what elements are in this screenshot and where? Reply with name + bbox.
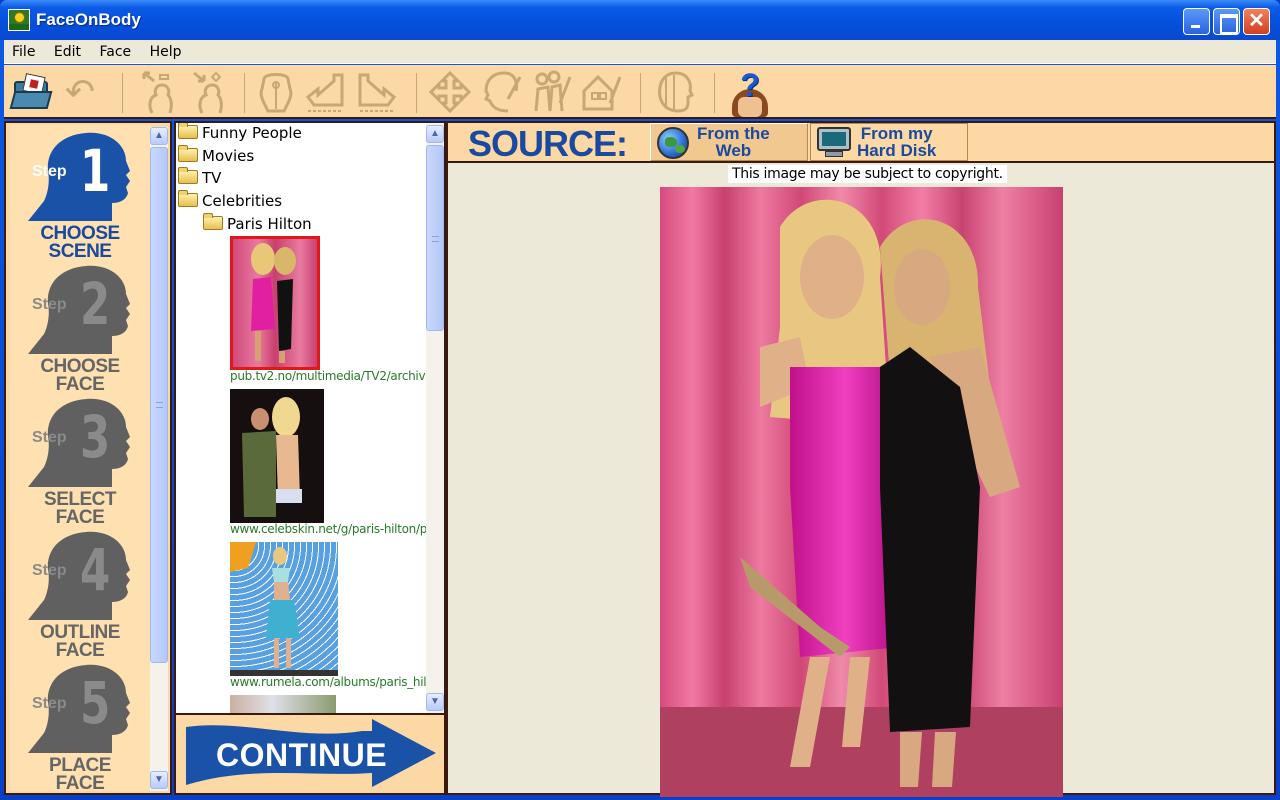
help-icon[interactable]: ? <box>728 67 772 117</box>
close-button[interactable]: ✕ <box>1243 8 1270 35</box>
image-preview-area: This image may be subject to copyright. <box>446 163 1276 797</box>
menu-help[interactable]: Help <box>142 40 188 60</box>
thumbnail-caption: www.rumela.com/albums/paris_hilt <box>230 675 431 689</box>
folder-icon <box>178 190 198 207</box>
scroll-up-button[interactable]: ▲ <box>150 127 168 145</box>
open-folder-icon[interactable] <box>9 73 53 109</box>
scene-thumbnail-selected[interactable] <box>230 236 320 370</box>
steps-list: Step 1 CHOOSE SCENE Step 2 CHOOSE FACE Ste… <box>10 125 150 793</box>
tree-folder-movies[interactable]: Movies <box>178 145 254 168</box>
tree-folder-celebrities[interactable]: Celebrities <box>178 190 282 213</box>
menu-file[interactable]: File <box>4 40 41 60</box>
scene-thumbnail[interactable] <box>230 695 336 713</box>
source-label: SOURCE: <box>468 123 628 164</box>
toolbar: ↶ ? <box>4 65 1276 119</box>
copyright-notice: This image may be subject to copyright. <box>728 165 1007 183</box>
rotate-right-icon[interactable] <box>354 69 398 115</box>
edit-face-icon[interactable] <box>478 69 522 115</box>
globe-icon <box>657 127 689 159</box>
menu-face[interactable]: Face <box>91 40 137 60</box>
menu-bar: File Edit Face Help <box>4 40 1276 64</box>
step-4-outline-face[interactable]: Step 4 OUTLINE FACE <box>10 526 150 660</box>
face-outline-icon[interactable] <box>652 69 696 115</box>
scroll-thumb[interactable] <box>150 147 168 663</box>
browser-scrollbar[interactable]: ▲ ▼ <box>426 123 444 713</box>
scroll-down-button[interactable]: ▼ <box>150 771 168 789</box>
app-window: FaceOnBody ✕ File Edit Face Help ↶ ? Ste… <box>0 0 1280 800</box>
scene-preview-image[interactable] <box>660 187 1063 797</box>
scene-thumbnail[interactable] <box>230 542 338 676</box>
folder-icon <box>178 145 198 162</box>
rotate-left-icon[interactable] <box>304 69 348 115</box>
scene-thumbnail[interactable] <box>230 389 324 523</box>
scroll-up-button[interactable]: ▲ <box>426 125 444 143</box>
maximize-button[interactable] <box>1213 8 1240 35</box>
folder-icon <box>203 213 223 230</box>
window-title: FaceOnBody <box>36 10 141 29</box>
toolbar-separator <box>122 73 123 113</box>
source-from-web-button[interactable]: From the Web <box>650 123 808 161</box>
toolbar-separator <box>640 73 641 113</box>
edit-scene-icon[interactable] <box>578 69 622 115</box>
toolbar-separator <box>714 73 715 113</box>
source-from-hard-disk-button[interactable]: From my Hard Disk <box>810 123 968 161</box>
edit-body-icon[interactable] <box>528 69 572 115</box>
minimize-button[interactable] <box>1183 8 1210 35</box>
continue-panel: CONTINUE <box>174 715 446 795</box>
steps-panel: Step 1 CHOOSE SCENE Step 2 CHOOSE FACE Ste… <box>4 121 172 795</box>
monitor-icon <box>817 127 851 159</box>
step-1-choose-scene[interactable]: Step 1 CHOOSE SCENE <box>10 127 150 261</box>
face-export-icon[interactable] <box>188 69 232 115</box>
toolbar-separator <box>244 73 245 113</box>
scene-browser: Funny People Movies TV Celebrities Paris… <box>174 121 446 715</box>
steps-scrollbar[interactable]: ▲ ▼ <box>150 127 168 791</box>
folder-icon <box>178 167 198 184</box>
app-icon <box>8 9 30 31</box>
move-icon[interactable] <box>428 69 472 115</box>
thumbnail-caption: pub.tv2.no/multimedia/TV2/archive <box>230 369 433 383</box>
tree-folder-funny-people[interactable]: Funny People <box>178 123 302 145</box>
title-bar[interactable]: FaceOnBody ✕ <box>0 0 1280 40</box>
undo-icon[interactable]: ↶ <box>58 69 102 115</box>
folder-icon <box>178 123 198 139</box>
tree-folder-paris-hilton[interactable]: Paris Hilton <box>203 213 312 236</box>
toolbar-separator <box>416 73 417 113</box>
step-5-place-face[interactable]: Step 5 PLACE FACE <box>10 659 150 793</box>
continue-button[interactable]: CONTINUE <box>182 717 440 791</box>
swap-faces-icon[interactable] <box>254 69 298 115</box>
thumbnail-caption: www.celebskin.net/g/paris-hilton/pa <box>230 522 435 536</box>
menu-edit[interactable]: Edit <box>46 40 87 60</box>
step-3-select-face[interactable]: Step 3 SELECT FACE <box>10 393 150 527</box>
scroll-thumb[interactable] <box>426 145 444 331</box>
scroll-down-button[interactable]: ▼ <box>426 693 444 711</box>
step-2-choose-face[interactable]: Step 2 CHOOSE FACE <box>10 260 150 394</box>
source-bar: SOURCE: From the Web From my Hard Disk <box>446 121 1276 164</box>
face-import-icon[interactable] <box>138 69 182 115</box>
tree-folder-tv[interactable]: TV <box>178 167 221 190</box>
